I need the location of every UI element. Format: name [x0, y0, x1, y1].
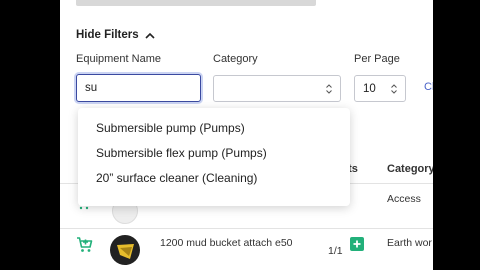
category-cell: Earth wor — [387, 237, 432, 249]
per-page-select[interactable]: 10 — [354, 75, 406, 102]
equipment-name-cell[interactable]: 1200 mud bucket attach e50 — [160, 237, 293, 249]
per-page-label: Per Page — [354, 53, 400, 65]
page-heading-cutoff — [76, 0, 316, 6]
category-select[interactable] — [213, 75, 341, 102]
add-to-cart-icon[interactable] — [76, 236, 94, 254]
add-asset-icon[interactable] — [350, 237, 364, 251]
category-cell: Access — [387, 193, 421, 205]
category-column-header: Category — [387, 163, 433, 175]
hide-filters-label: Hide Filters — [76, 29, 139, 41]
autocomplete-option[interactable]: 20” surface cleaner (Cleaning) — [78, 166, 350, 191]
equipment-page: Hide Filters Equipment Name Category Per… — [60, 0, 433, 270]
table-divider — [60, 228, 433, 229]
chevron-up-icon — [145, 32, 155, 39]
hide-filters-toggle[interactable]: Hide Filters — [76, 29, 155, 41]
equipment-name-label: Equipment Name — [76, 53, 161, 65]
equipment-name-input[interactable] — [76, 74, 201, 102]
equipment-thumbnail — [110, 235, 140, 265]
select-caret-icon — [391, 84, 397, 97]
per-page-value: 10 — [363, 82, 376, 95]
autocomplete-option[interactable]: Submersible flex pump (Pumps) — [78, 141, 350, 166]
select-caret-icon — [326, 84, 332, 97]
assets-count-cell: 1/1 — [328, 245, 343, 257]
autocomplete-option[interactable]: Submersible pump (Pumps) — [78, 116, 350, 141]
clear-filters-link[interactable]: Cl — [424, 81, 433, 93]
category-label: Category — [213, 53, 258, 65]
autocomplete-dropdown: Submersible pump (Pumps) Submersible fle… — [78, 108, 350, 206]
